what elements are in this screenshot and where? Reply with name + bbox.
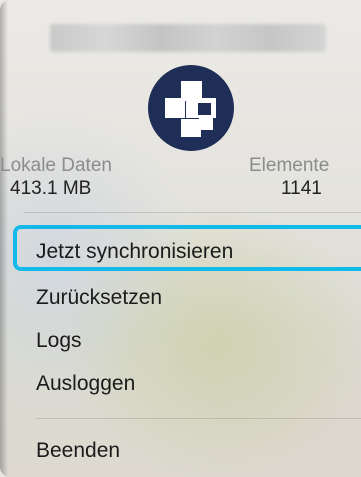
- items-label: Elemente: [249, 155, 330, 176]
- menu-item-sync-now[interactable]: Jetzt synchronisieren: [36, 240, 233, 264]
- menu-item-logout[interactable]: Ausloggen: [36, 372, 135, 396]
- local-data-label: Lokale Daten: [0, 155, 112, 176]
- menu-separator: [36, 418, 361, 419]
- menu-separator: [24, 212, 361, 213]
- menu-item-quit[interactable]: Beenden: [36, 439, 120, 463]
- app-logo-icon: [148, 65, 234, 151]
- local-data-value: 413.1 MB: [10, 178, 92, 199]
- app-menu: Lokale Daten 413.1 MB Elemente 1141 Jetz…: [0, 0, 361, 477]
- menu-item-logs[interactable]: Logs: [36, 329, 82, 353]
- account-info-blurred: [50, 24, 326, 52]
- menu-item-reset[interactable]: Zurücksetzen: [36, 286, 162, 310]
- items-value: 1141: [281, 178, 322, 199]
